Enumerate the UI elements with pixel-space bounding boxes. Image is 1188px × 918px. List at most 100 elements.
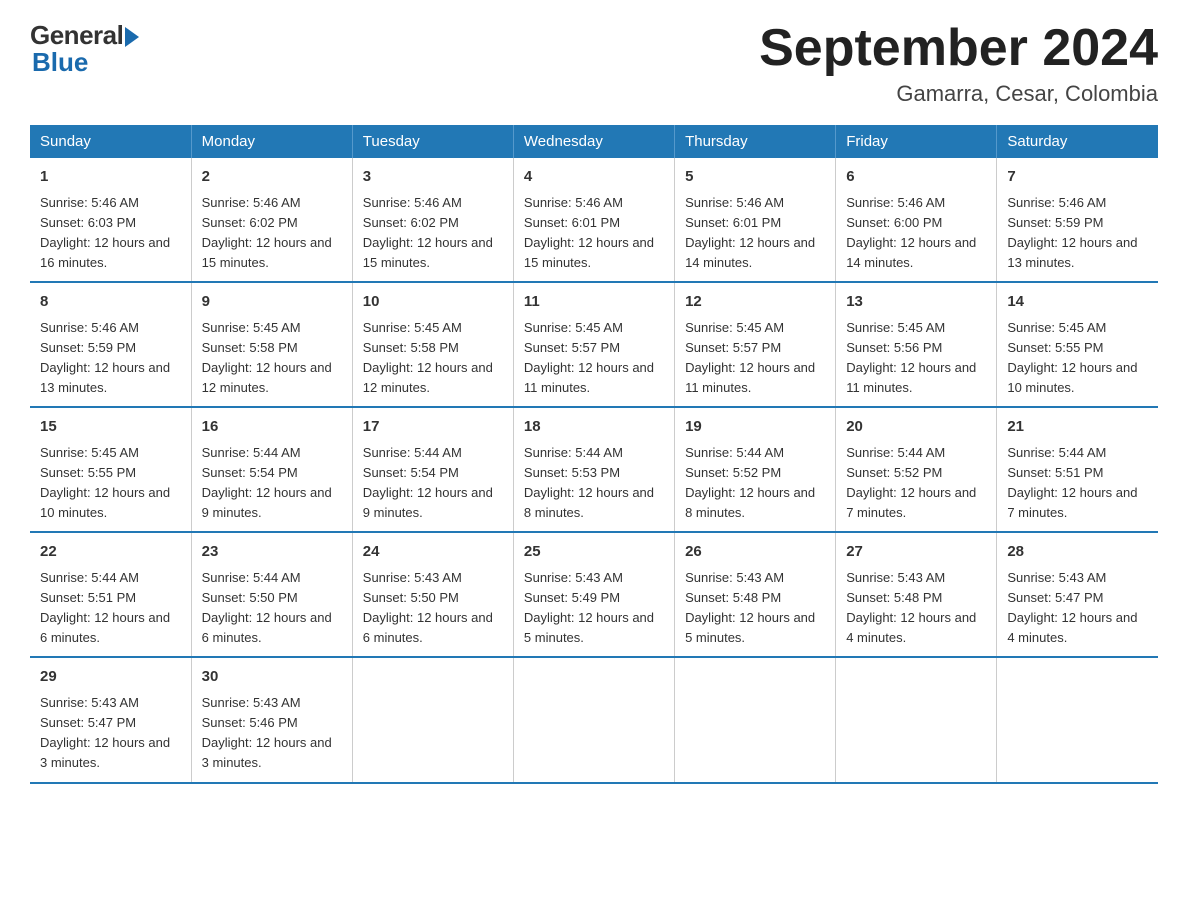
day-info: Sunrise: 5:44 AMSunset: 5:54 PMDaylight:… [363,443,503,524]
calendar-header-thursday: Thursday [675,125,836,158]
calendar-cell: 17 Sunrise: 5:44 AMSunset: 5:54 PMDayligh… [352,407,513,532]
day-info: Sunrise: 5:46 AMSunset: 5:59 PMDaylight:… [40,318,181,399]
calendar-cell: 14 Sunrise: 5:45 AMSunset: 5:55 PMDayligh… [997,282,1158,407]
day-info: Sunrise: 5:45 AMSunset: 5:56 PMDaylight:… [846,318,986,399]
day-number: 23 [202,541,342,564]
calendar-week-row: 1 Sunrise: 5:46 AMSunset: 6:03 PMDaylight… [30,158,1158,282]
calendar-cell: 27 Sunrise: 5:43 AMSunset: 5:48 PMDayligh… [836,532,997,657]
day-number: 7 [1007,166,1148,189]
calendar-header-wednesday: Wednesday [513,125,674,158]
calendar-week-row: 8 Sunrise: 5:46 AMSunset: 5:59 PMDaylight… [30,282,1158,407]
day-number: 10 [363,291,503,314]
day-info: Sunrise: 5:46 AMSunset: 6:00 PMDaylight:… [846,193,986,274]
calendar-cell: 9Sunrise: 5:45 AMSunset: 5:58 PMDaylight… [191,282,352,407]
day-number: 13 [846,291,986,314]
logo-blue-text: Blue [32,47,88,78]
calendar-cell [352,657,513,782]
page-subtitle: Gamarra, Cesar, Colombia [759,81,1158,107]
day-info: Sunrise: 5:43 AMSunset: 5:50 PMDaylight:… [363,568,503,649]
day-info: Sunrise: 5:44 AMSunset: 5:51 PMDaylight:… [1007,443,1148,524]
calendar-cell: 21 Sunrise: 5:44 AMSunset: 5:51 PMDayligh… [997,407,1158,532]
day-info: Sunrise: 5:45 AMSunset: 5:57 PMDaylight:… [524,318,664,399]
day-number: 20 [846,416,986,439]
calendar-cell: 30Sunrise: 5:43 AMSunset: 5:46 PMDayligh… [191,657,352,782]
calendar-header-row: SundayMondayTuesdayWednesdayThursdayFrid… [30,125,1158,158]
day-number: 17 [363,416,503,439]
day-info: Sunrise: 5:46 AMSunset: 6:01 PMDaylight:… [524,193,664,274]
day-number: 18 [524,416,664,439]
day-number: 4 [524,166,664,189]
calendar-header-monday: Monday [191,125,352,158]
day-number: 16 [202,416,342,439]
day-info: Sunrise: 5:45 AMSunset: 5:55 PMDaylight:… [40,443,181,524]
calendar-cell: 5 Sunrise: 5:46 AMSunset: 6:01 PMDaylight… [675,158,836,282]
day-number: 22 [40,541,181,564]
day-info: Sunrise: 5:44 AMSunset: 5:50 PMDaylight:… [202,568,342,649]
day-info: Sunrise: 5:44 AMSunset: 5:52 PMDaylight:… [846,443,986,524]
day-number: 28 [1007,541,1148,564]
calendar-cell: 26 Sunrise: 5:43 AMSunset: 5:48 PMDayligh… [675,532,836,657]
day-info: Sunrise: 5:46 AMSunset: 6:02 PMDaylight:… [363,193,503,274]
calendar-cell: 15 Sunrise: 5:45 AMSunset: 5:55 PMDayligh… [30,407,191,532]
day-number: 12 [685,291,825,314]
day-number: 21 [1007,416,1148,439]
calendar-cell: 4 Sunrise: 5:46 AMSunset: 6:01 PMDaylight… [513,158,674,282]
calendar-week-row: 29 Sunrise: 5:43 AMSunset: 5:47 PMDayligh… [30,657,1158,782]
calendar-cell: 28 Sunrise: 5:43 AMSunset: 5:47 PMDayligh… [997,532,1158,657]
calendar-cell: 29 Sunrise: 5:43 AMSunset: 5:47 PMDayligh… [30,657,191,782]
calendar-table: SundayMondayTuesdayWednesdayThursdayFrid… [30,125,1158,783]
day-number: 6 [846,166,986,189]
calendar-cell: 7 Sunrise: 5:46 AMSunset: 5:59 PMDaylight… [997,158,1158,282]
day-number: 3 [363,166,503,189]
calendar-cell: 10Sunrise: 5:45 AMSunset: 5:58 PMDayligh… [352,282,513,407]
day-number: 19 [685,416,825,439]
calendar-header-sunday: Sunday [30,125,191,158]
page-header: General Blue September 2024 Gamarra, Ces… [30,20,1158,107]
calendar-cell [836,657,997,782]
day-info: Sunrise: 5:43 AMSunset: 5:48 PMDaylight:… [685,568,825,649]
calendar-week-row: 22Sunrise: 5:44 AMSunset: 5:51 PMDayligh… [30,532,1158,657]
day-info: Sunrise: 5:43 AMSunset: 5:47 PMDaylight:… [1007,568,1148,649]
day-number: 2 [202,166,342,189]
day-info: Sunrise: 5:46 AMSunset: 6:03 PMDaylight:… [40,193,181,274]
day-number: 29 [40,666,181,689]
day-info: Sunrise: 5:43 AMSunset: 5:47 PMDaylight:… [40,693,181,774]
day-number: 1 [40,166,181,189]
day-number: 9 [202,291,342,314]
day-number: 24 [363,541,503,564]
calendar-cell [513,657,674,782]
day-info: Sunrise: 5:43 AMSunset: 5:48 PMDaylight:… [846,568,986,649]
calendar-cell: 20 Sunrise: 5:44 AMSunset: 5:52 PMDayligh… [836,407,997,532]
day-info: Sunrise: 5:44 AMSunset: 5:53 PMDaylight:… [524,443,664,524]
day-info: Sunrise: 5:43 AMSunset: 5:49 PMDaylight:… [524,568,664,649]
day-number: 25 [524,541,664,564]
day-info: Sunrise: 5:46 AMSunset: 5:59 PMDaylight:… [1007,193,1148,274]
calendar-cell: 2 Sunrise: 5:46 AMSunset: 6:02 PMDaylight… [191,158,352,282]
day-number: 26 [685,541,825,564]
calendar-cell: 19Sunrise: 5:44 AMSunset: 5:52 PMDayligh… [675,407,836,532]
calendar-cell: 25 Sunrise: 5:43 AMSunset: 5:49 PMDayligh… [513,532,674,657]
calendar-cell [675,657,836,782]
calendar-cell: 8 Sunrise: 5:46 AMSunset: 5:59 PMDaylight… [30,282,191,407]
logo: General Blue [30,20,139,78]
calendar-cell: 3 Sunrise: 5:46 AMSunset: 6:02 PMDaylight… [352,158,513,282]
calendar-cell: 6 Sunrise: 5:46 AMSunset: 6:00 PMDaylight… [836,158,997,282]
calendar-cell: 13 Sunrise: 5:45 AMSunset: 5:56 PMDayligh… [836,282,997,407]
day-info: Sunrise: 5:46 AMSunset: 6:01 PMDaylight:… [685,193,825,274]
calendar-cell: 16Sunrise: 5:44 AMSunset: 5:54 PMDayligh… [191,407,352,532]
day-number: 14 [1007,291,1148,314]
calendar-header-saturday: Saturday [997,125,1158,158]
day-number: 8 [40,291,181,314]
calendar-header-friday: Friday [836,125,997,158]
day-number: 15 [40,416,181,439]
day-number: 27 [846,541,986,564]
logo-triangle-icon [125,27,139,47]
calendar-header-tuesday: Tuesday [352,125,513,158]
day-number: 11 [524,291,664,314]
day-number: 5 [685,166,825,189]
calendar-cell: 1 Sunrise: 5:46 AMSunset: 6:03 PMDaylight… [30,158,191,282]
day-info: Sunrise: 5:45 AMSunset: 5:55 PMDaylight:… [1007,318,1148,399]
calendar-cell [997,657,1158,782]
calendar-cell: 23 Sunrise: 5:44 AMSunset: 5:50 PMDayligh… [191,532,352,657]
day-info: Sunrise: 5:46 AMSunset: 6:02 PMDaylight:… [202,193,342,274]
